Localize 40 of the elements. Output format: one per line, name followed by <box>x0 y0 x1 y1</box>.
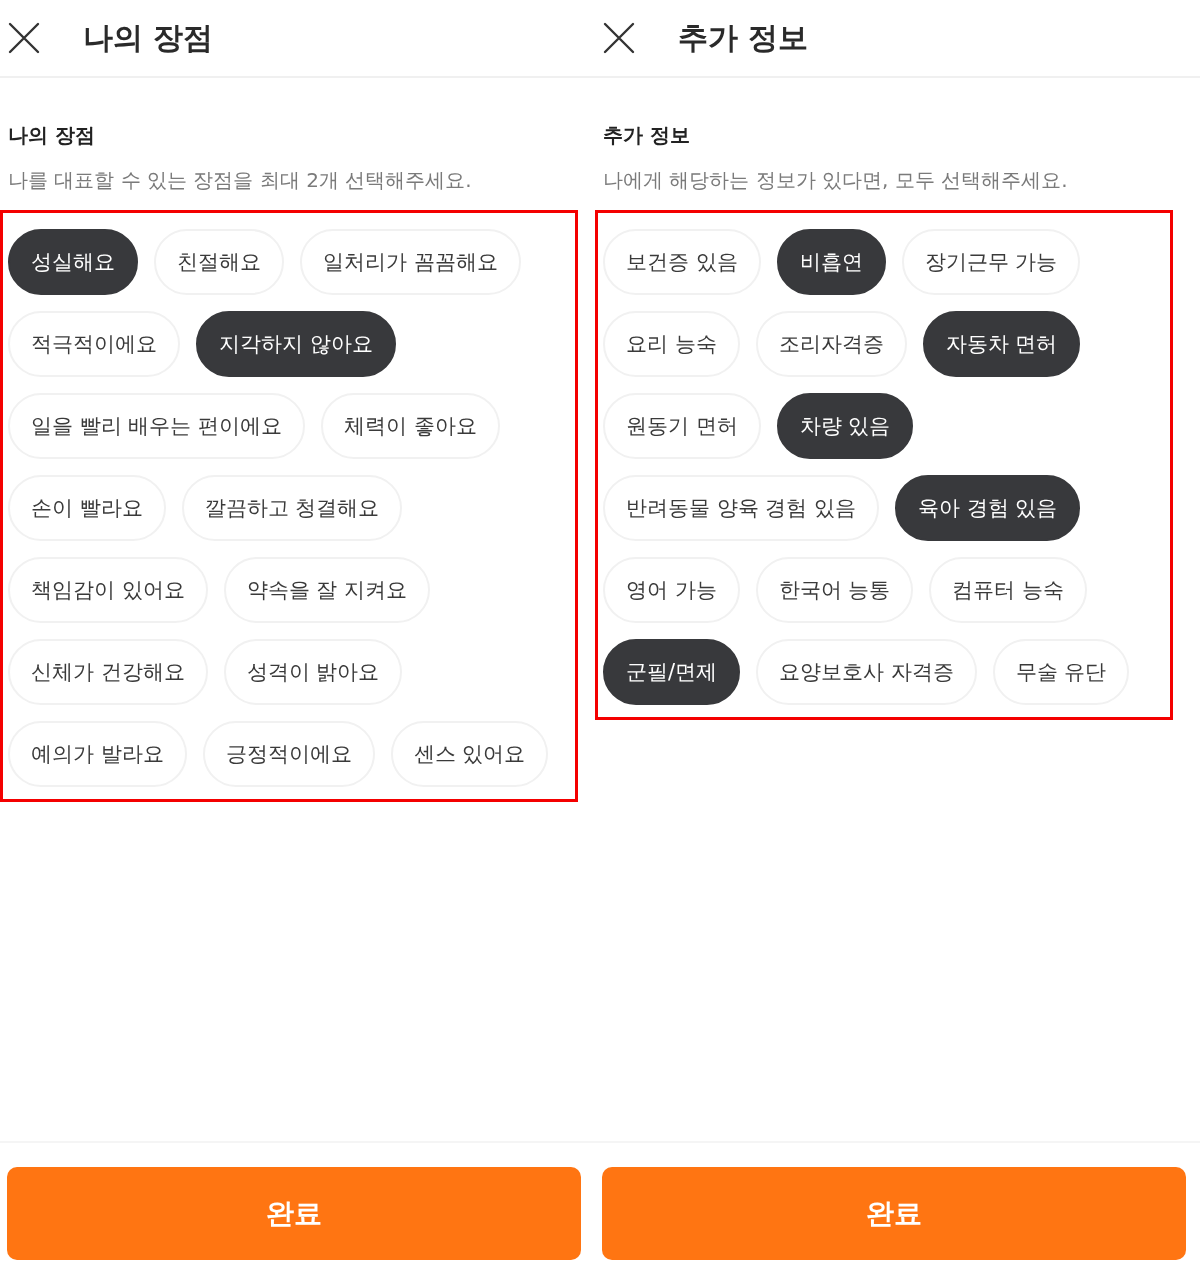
option-chip[interactable]: 요양보호사 자격증 <box>756 639 977 705</box>
option-chip[interactable]: 비흡연 <box>776 229 886 295</box>
option-chip[interactable]: 적극적이에요 <box>8 311 180 377</box>
option-chip[interactable]: 깔끔하고 청결해요 <box>181 475 403 541</box>
section-title: 추가 정보 <box>603 122 691 149</box>
option-chip[interactable]: 육아 경험 있음 <box>895 475 1081 541</box>
option-chip[interactable]: 조리자격증 <box>755 311 907 377</box>
option-chip[interactable]: 보건증 있음 <box>603 229 761 295</box>
option-chip[interactable]: 군필/면제 <box>603 639 741 705</box>
option-chip[interactable]: 무술 유단 <box>992 639 1130 705</box>
close-icon[interactable] <box>603 22 635 54</box>
screen-title: 나의 장점 <box>83 18 214 57</box>
option-chip[interactable]: 체력이 좋아요 <box>321 393 500 459</box>
option-chip[interactable]: 신체가 건강해요 <box>8 639 208 705</box>
option-chip[interactable]: 예의가 발라요 <box>8 721 187 787</box>
section-title: 나의 장점 <box>8 122 96 149</box>
option-chip[interactable]: 손이 빨라요 <box>8 475 166 541</box>
close-icon[interactable] <box>8 22 40 54</box>
option-chip[interactable]: 성격이 밝아요 <box>223 639 403 705</box>
option-chip[interactable]: 컴퓨터 능숙 <box>929 557 1088 623</box>
option-chip[interactable]: 영어 가능 <box>603 557 740 623</box>
option-chip[interactable]: 일처리가 꼼꼼해요 <box>300 229 521 295</box>
section-description: 나에게 해당하는 정보가 있다면, 모두 선택해주세요. <box>603 167 1069 194</box>
option-chip[interactable]: 약속을 잘 지켜요 <box>223 557 431 623</box>
option-chip[interactable]: 성실해요 <box>8 229 138 295</box>
option-chip[interactable]: 한국어 능통 <box>755 557 914 623</box>
option-chip[interactable]: 요리 능숙 <box>603 311 740 377</box>
option-chip[interactable]: 일을 빨리 배우는 편이에요 <box>8 393 306 459</box>
option-chip[interactable]: 장기근무 가능 <box>901 229 1081 295</box>
section-description: 나를 대표할 수 있는 장점을 최대 2개 선택해주세요. <box>8 167 473 194</box>
option-chip[interactable]: 자동차 면허 <box>922 311 1081 377</box>
option-chip[interactable]: 반려동물 양육 경험 있음 <box>603 475 880 541</box>
option-chip[interactable]: 원동기 면허 <box>603 393 761 459</box>
option-chip[interactable]: 책임감이 있어요 <box>8 557 208 623</box>
option-chip[interactable]: 긍정적이에요 <box>202 721 375 787</box>
option-chip[interactable]: 친절해요 <box>154 229 284 295</box>
option-chip[interactable]: 지각하지 않아요 <box>196 311 396 377</box>
option-chip[interactable]: 센스 있어요 <box>390 721 549 787</box>
option-chip[interactable]: 차량 있음 <box>776 393 914 459</box>
screen-title: 추가 정보 <box>678 18 809 57</box>
